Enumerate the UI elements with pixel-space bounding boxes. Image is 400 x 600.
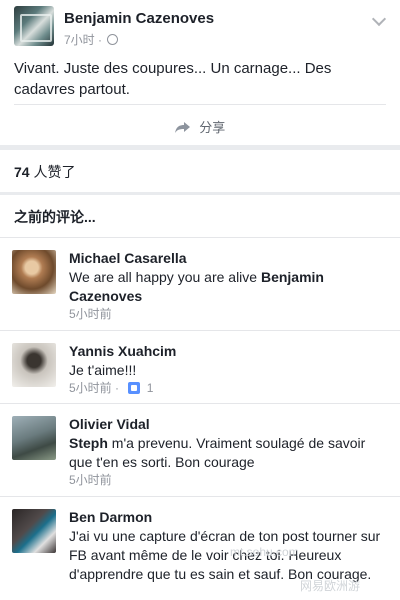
like-thumb-icon[interactable]	[128, 382, 141, 394]
post-meta: 7小时 ·	[64, 31, 119, 48]
commenter-name[interactable]: Olivier Vidal	[69, 416, 150, 432]
comment-item: Olivier Vidal Steph m'a prevenu. Vraimen…	[0, 404, 400, 497]
comment-item: Yannis Xuahcim Je t'aime!!! 5小时前 · 1	[0, 331, 400, 404]
comment-like-count: 1	[146, 381, 154, 395]
comment-text: J'ai vu une capture d'écran de ton post …	[69, 528, 381, 582]
share-button[interactable]: 分享	[0, 117, 400, 136]
commenter-avatar[interactable]	[12, 250, 56, 294]
share-label: 分享	[199, 120, 226, 135]
comment-text: We are all happy you are alive Benjamin …	[69, 269, 324, 304]
post-author-name[interactable]: Benjamin Cazenoves	[64, 10, 214, 27]
commenter-name[interactable]: Yannis Xuahcim	[69, 343, 176, 359]
mention-link[interactable]: Steph	[69, 435, 108, 451]
comment-meta: 5小时前 · 1	[69, 381, 154, 395]
comment-item: Michael Casarella We are all happy you a…	[0, 238, 400, 331]
author-avatar[interactable]	[14, 6, 54, 46]
comment-text: Steph m'a prevenu. Vraiment soulagé de s…	[69, 435, 366, 470]
chevron-down-icon[interactable]	[371, 11, 387, 27]
watermark: mt.sohu.com	[230, 545, 299, 559]
comment-text: Je t'aime!!!	[69, 362, 137, 378]
likes-bar[interactable]: 74 人赞了	[0, 150, 400, 192]
post-card: Benjamin Cazenoves 7小时 · Vivant. Juste d…	[0, 0, 400, 145]
share-icon	[174, 122, 190, 133]
likes-count: 74	[14, 164, 30, 180]
comment-time: 5小时前	[69, 307, 112, 321]
post-time[interactable]: 7小时	[64, 33, 95, 47]
divider	[14, 104, 386, 105]
likes-suffix: 人赞了	[29, 164, 76, 180]
previous-comments-label: 之前的评论...	[14, 209, 96, 225]
commenter-avatar[interactable]	[12, 416, 56, 460]
comment-time: 5小时前	[69, 381, 112, 395]
view-previous-comments[interactable]: 之前的评论...	[0, 195, 400, 238]
comment-time: 5小时前	[69, 473, 112, 487]
watermark: 网易欧洲游	[300, 579, 361, 593]
commenter-avatar[interactable]	[12, 343, 56, 387]
commenter-name[interactable]: Ben Darmon	[69, 509, 152, 525]
commenter-avatar[interactable]	[12, 509, 56, 553]
post-text: Vivant. Juste des coupures... Un carnage…	[14, 60, 332, 98]
commenter-name[interactable]: Michael Casarella	[69, 250, 187, 266]
globe-icon	[107, 34, 119, 45]
